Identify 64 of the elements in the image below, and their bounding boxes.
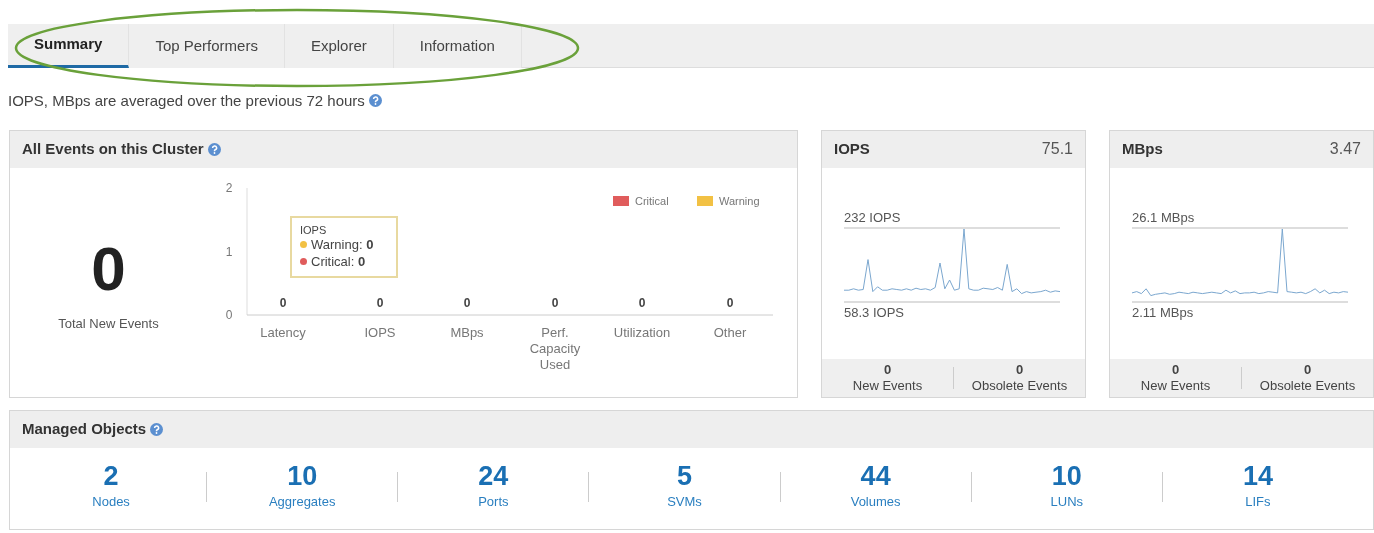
legend-swatch [697, 195, 713, 206]
event-count: 0 [1302, 361, 1313, 378]
value-label: 0 [279, 295, 287, 310]
event-count: 0 [1014, 361, 1025, 378]
category-label: MBps [450, 324, 484, 340]
tab[interactable]: Summary [8, 24, 130, 68]
object-count: 14 [1241, 461, 1274, 492]
max-label: 232 IOPS [844, 208, 902, 227]
panel-title: Managed Objects [22, 418, 147, 439]
y-tick-label: 1 [225, 244, 233, 258]
value-label: 0 [638, 295, 646, 310]
help-icon[interactable] [207, 142, 221, 156]
help-icon[interactable] [368, 94, 382, 107]
total-count: 0 [91, 237, 126, 300]
note-text: IOPS, MBps are averaged over the previous 72 hours [8, 91, 365, 111]
category-label: IOPS [364, 324, 396, 340]
legend-swatch [613, 195, 629, 206]
metric-value: 3.47 [1329, 139, 1361, 159]
object-link[interactable]: LIFs [1245, 494, 1271, 510]
y-tick-label: 2 [225, 180, 233, 195]
event-label: New Events [1139, 377, 1212, 394]
object-count: 10 [286, 461, 319, 492]
object-count: 10 [1050, 461, 1083, 492]
object-count: 5 [675, 461, 693, 492]
event-label: New Events [851, 377, 924, 394]
object-count: 2 [102, 461, 120, 492]
event-count: 0 [1170, 361, 1181, 378]
max-label: 26.1 MBps [1132, 208, 1196, 227]
object-link[interactable]: LUNs [1050, 494, 1084, 510]
metric-value: 75.1 [1041, 139, 1073, 159]
object-link[interactable]: Aggregates [268, 494, 336, 510]
event-label: Obsolete Events [970, 377, 1069, 394]
event-label: Obsolete Events [1258, 377, 1357, 394]
tooltip-text: Critical: 0 [311, 253, 366, 269]
object-link[interactable]: SVMs [667, 494, 702, 510]
category-label: Latency [260, 324, 306, 340]
total-label: Total New Events [58, 314, 159, 333]
panel-title: IOPS [834, 138, 870, 159]
panel-title: MBps [1122, 138, 1163, 159]
category-label: Utilization [613, 324, 671, 340]
object-count: 24 [477, 461, 510, 492]
event-count: 0 [882, 361, 893, 378]
min-label: 2.11 MBps [1132, 304, 1195, 322]
y-tick-label: 0 [225, 307, 233, 322]
object-count: 44 [859, 461, 892, 492]
tooltip-text: Warning: 0 [311, 237, 374, 253]
object-link[interactable]: Ports [478, 494, 509, 510]
legend-label: Critical [635, 194, 669, 207]
panel-title: All Events on this Cluster [22, 138, 204, 159]
value-label: 0 [376, 295, 384, 310]
help-icon[interactable] [150, 422, 164, 436]
category-label: Perf. Capacity Used [529, 324, 581, 372]
tooltip-title: IOPS [300, 223, 328, 238]
legend-label: Warning [719, 194, 760, 207]
value-label: 0 [726, 295, 734, 310]
object-link[interactable]: Volumes [850, 494, 901, 510]
category-label: Other [713, 324, 747, 340]
tab[interactable]: Information [393, 24, 522, 68]
min-label: 58.3 IOPS [844, 304, 905, 322]
tab[interactable]: Top Performers [129, 24, 285, 68]
tab[interactable]: Explorer [284, 24, 394, 68]
object-link[interactable]: Nodes [92, 494, 130, 510]
value-label: 0 [551, 295, 559, 310]
value-label: 0 [463, 295, 471, 310]
